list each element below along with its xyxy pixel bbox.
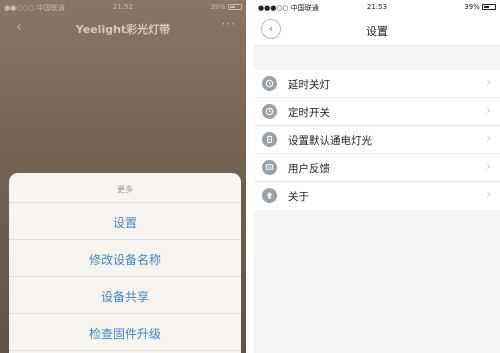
status-bar: ●●●○○ 中国联通 21:53 39%	[254, 0, 500, 14]
chevron-right-icon: ›	[486, 131, 491, 145]
top-nav: ‹ 设置	[254, 14, 500, 46]
battery-icon	[228, 4, 242, 10]
power-default-icon	[262, 132, 277, 147]
page-title: Yeelight彩光灯带	[75, 23, 171, 36]
settings-list: 延时关灯 › 定时开关 › 设置默认通电灯光 › 用户反馈 › 关于 ›	[254, 70, 500, 210]
action-share-device[interactable]: 设备共享	[9, 277, 241, 314]
battery-percent: 39%	[210, 3, 226, 11]
action-settings[interactable]: 设置	[9, 203, 241, 240]
right-screen: ●●●○○ 中国联通 21:53 39% ‹ 设置 延时关灯 › 定时开关 ›	[254, 0, 500, 353]
settings-item-label: 延时关灯	[288, 79, 330, 91]
settings-item-about[interactable]: 关于 ›	[254, 182, 500, 210]
action-check-firmware[interactable]: 检查固件升级	[9, 314, 241, 351]
settings-item-label: 用户反馈	[288, 163, 330, 175]
status-time: 21:52	[112, 3, 134, 11]
chevron-right-icon: ›	[486, 103, 491, 117]
status-time: 21:53	[366, 3, 388, 11]
settings-item-label: 设置默认通电灯光	[288, 135, 372, 147]
settings-item-schedule[interactable]: 定时开关 ›	[254, 98, 500, 126]
chevron-right-icon: ›	[486, 187, 491, 201]
more-icon[interactable]: ···	[222, 17, 236, 31]
battery-icon	[482, 4, 496, 10]
status-bar: ●●○○○ 中国联通 21:52 39%	[0, 0, 246, 14]
battery-percent: 39%	[464, 3, 480, 11]
chevron-right-icon: ›	[486, 75, 491, 89]
settings-item-label: 定时开关	[288, 107, 330, 119]
left-screen: ●●○○○ 中国联通 21:52 39% ‹ Yeelight彩光灯带 ··· …	[0, 0, 246, 353]
feedback-icon	[262, 160, 277, 175]
chevron-right-icon: ›	[486, 159, 491, 173]
top-nav: ‹ Yeelight彩光灯带 ···	[0, 17, 246, 41]
timer-off-icon	[262, 76, 277, 91]
action-rename-device[interactable]: 修改设备名称	[9, 240, 241, 277]
settings-item-feedback[interactable]: 用户反馈 ›	[254, 154, 500, 182]
battery-status: 39%	[210, 3, 242, 11]
settings-item-delay-off[interactable]: 延时关灯 ›	[254, 70, 500, 98]
about-icon	[262, 188, 277, 203]
empty-area	[254, 210, 500, 353]
settings-item-label: 关于	[288, 191, 309, 203]
settings-item-default-power-light[interactable]: 设置默认通电灯光 ›	[254, 126, 500, 154]
clock-icon	[262, 104, 277, 119]
action-sheet: 更多 设置 修改设备名称 设备共享 检查固件升级	[9, 173, 241, 353]
battery-status: 39%	[464, 3, 496, 11]
page-title: 设置	[366, 25, 388, 38]
action-sheet-header: 更多	[9, 173, 241, 203]
